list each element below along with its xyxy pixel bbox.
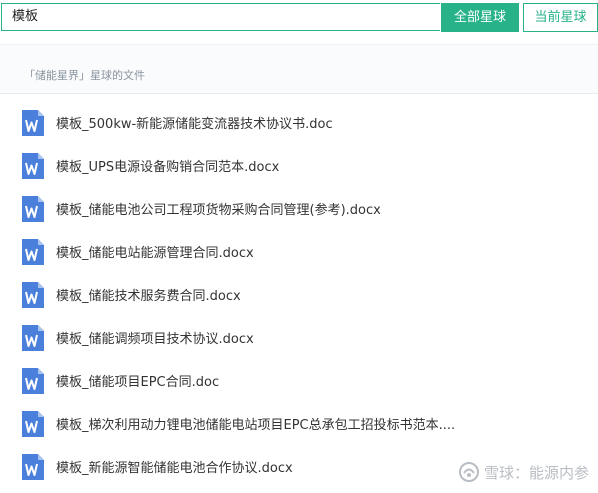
- file-name[interactable]: 模板_储能调频项目技术协议.docx: [56, 328, 254, 347]
- word-doc-icon: [20, 281, 46, 309]
- results-source-label: 「储能星界」星球的文件: [24, 69, 145, 82]
- watermark-text: 雪球：能源内参: [484, 463, 590, 482]
- file-list-item[interactable]: 模板_储能电站能源管理合同.docx: [0, 236, 598, 266]
- search-input[interactable]: 模板: [1, 3, 440, 31]
- file-name[interactable]: 模板_UPS电源设备购销合同范本.docx: [56, 156, 279, 175]
- word-doc-icon: [20, 238, 46, 266]
- file-list-item[interactable]: 模板_储能调频项目技术协议.docx: [0, 322, 598, 352]
- file-list-item[interactable]: 模板_梯次利用动力锂电池储能电站项目EPC总承包工招投标书范本....: [0, 408, 598, 438]
- snowball-logo-icon: [459, 462, 479, 482]
- word-doc-icon: [20, 152, 46, 180]
- file-name[interactable]: 模板_储能电站能源管理合同.docx: [56, 242, 254, 261]
- file-name[interactable]: 模板_新能源智能储能电池合作协议.docx: [56, 457, 293, 476]
- word-doc-icon: [20, 109, 46, 137]
- file-name[interactable]: 模板_500kw-新能源储能变流器技术协议书.doc: [56, 113, 333, 132]
- word-doc-icon: [20, 453, 46, 481]
- file-name[interactable]: 模板_储能电池公司工程项货物采购合同管理(参考).docx: [56, 199, 381, 218]
- search-all-planets-button[interactable]: 全部星球: [441, 3, 519, 32]
- word-doc-icon: [20, 367, 46, 395]
- file-list-item[interactable]: 模板_储能技术服务费合同.docx: [0, 279, 598, 309]
- watermark: 雪球：能源内参: [458, 460, 589, 484]
- file-list-item[interactable]: 模板_储能电池公司工程项货物采购合同管理(参考).docx: [0, 193, 598, 223]
- word-doc-icon: [20, 410, 46, 438]
- word-doc-icon: [20, 195, 46, 223]
- results-subheader: 「储能星界」星球的文件: [0, 44, 598, 94]
- file-list-item[interactable]: 模板_储能项目EPC合同.doc: [0, 365, 598, 395]
- file-list-item[interactable]: 模板_500kw-新能源储能变流器技术协议书.doc: [0, 107, 598, 137]
- search-bar: 模板 全部星球 当前星球: [0, 0, 598, 38]
- file-name[interactable]: 模板_梯次利用动力锂电池储能电站项目EPC总承包工招投标书范本....: [56, 414, 455, 433]
- file-name[interactable]: 模板_储能项目EPC合同.doc: [56, 371, 219, 390]
- file-list-item[interactable]: 模板_UPS电源设备购销合同范本.docx: [0, 150, 598, 180]
- file-name[interactable]: 模板_储能技术服务费合同.docx: [56, 285, 241, 304]
- word-doc-icon: [20, 324, 46, 352]
- search-current-planet-button[interactable]: 当前星球: [523, 3, 598, 32]
